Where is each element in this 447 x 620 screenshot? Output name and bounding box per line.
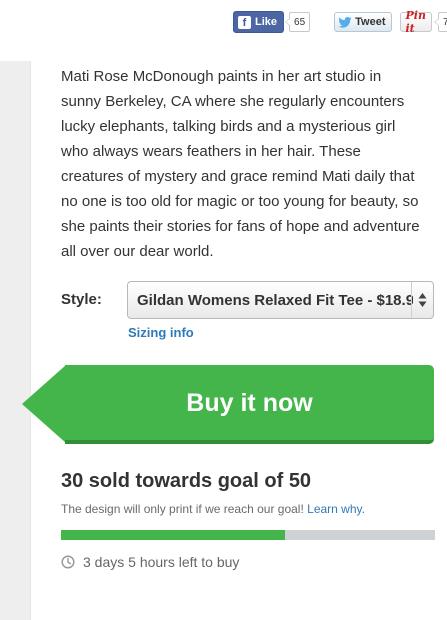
pinterest-pin-button[interactable]: Pin it (399, 9, 432, 35)
pinterest-pin-count: 7 (434, 12, 447, 32)
facebook-like-count: 65 (284, 12, 311, 32)
left-rail (0, 61, 31, 620)
buy-it-now-button[interactable]: Buy it now (22, 365, 434, 444)
facebook-f-icon: f (238, 15, 251, 29)
goal-progress-fill (61, 530, 286, 540)
twitter-bird-icon (338, 16, 352, 28)
time-left-text: 3 days 5 hours left to buy (83, 554, 240, 570)
style-label: Style: (61, 291, 102, 308)
social-share-bar: f Like 65 Tweet Pin it 7 (233, 9, 447, 35)
goal-note: The design will only print if we reach o… (61, 502, 365, 516)
learn-why-link[interactable]: Learn why. (307, 502, 365, 516)
goal-progress-bar (61, 530, 435, 540)
updown-arrows-icon (411, 282, 433, 318)
buy-button-label: Buy it now (186, 388, 313, 417)
clock-icon (61, 555, 75, 569)
goal-note-text: The design will only print if we reach o… (61, 502, 304, 516)
style-select[interactable]: Gildan Womens Relaxed Fit Tee - $18.99 (127, 281, 434, 319)
style-select-value: Gildan Womens Relaxed Fit Tee - $18.99 (137, 291, 413, 309)
goal-headline: 30 sold towards goal of 50 (61, 470, 312, 492)
tweet-button[interactable]: Tweet (334, 12, 392, 32)
facebook-like-label: Like (255, 16, 278, 28)
sizing-info-link[interactable]: Sizing info (128, 325, 194, 340)
facebook-like-button[interactable]: f Like (233, 11, 285, 33)
buy-button-arrow (22, 365, 66, 443)
time-left: 3 days 5 hours left to buy (61, 554, 239, 570)
tweet-label: Tweet (355, 16, 386, 28)
product-description: Mati Rose McDonough paints in her art st… (61, 68, 420, 260)
pinterest-pin-label: Pin it (405, 9, 426, 35)
